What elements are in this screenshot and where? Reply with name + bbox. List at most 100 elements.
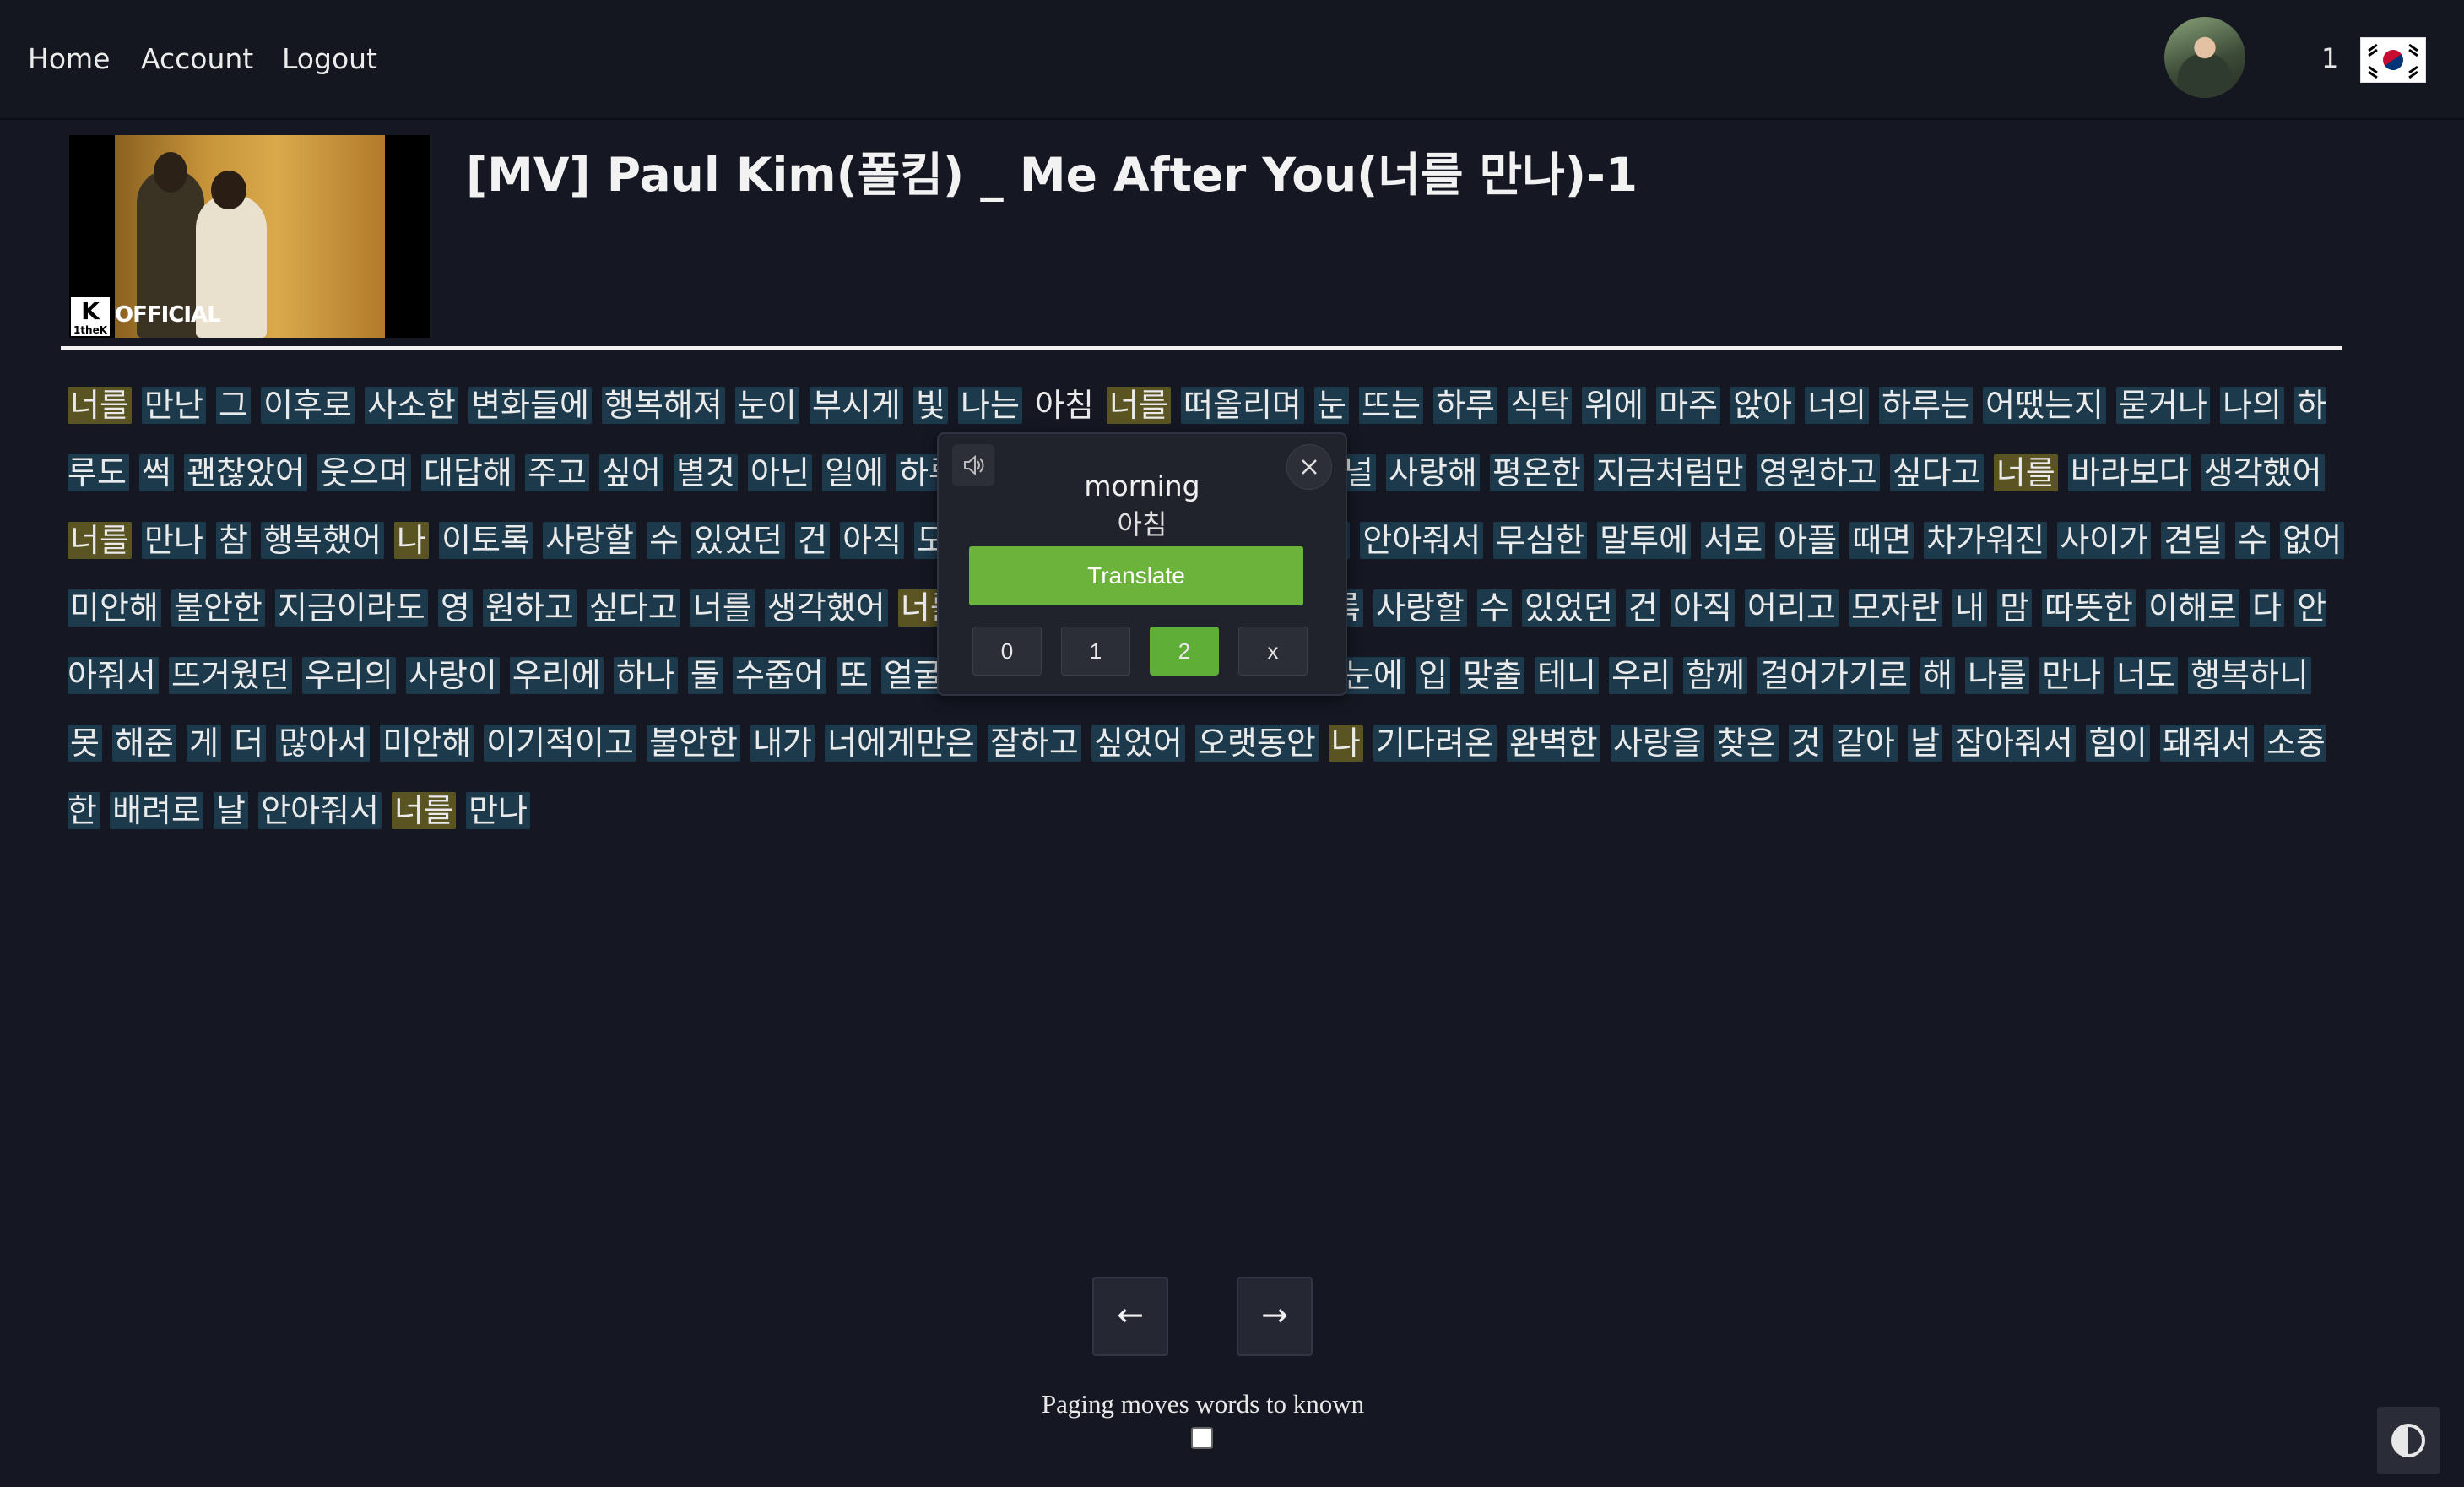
lyric-word[interactable]: 생각했어 (764, 589, 888, 627)
lyric-word[interactable]: 우리에 (509, 657, 604, 694)
lyric-word[interactable]: 다 (2250, 589, 2285, 627)
lyric-word[interactable]: 찾은 (1714, 725, 1779, 762)
lyric-word[interactable]: 견딜 (2161, 522, 2226, 559)
lyric-word[interactable]: 사랑할 (1373, 589, 1467, 627)
lyric-word[interactable]: 날 (214, 792, 249, 829)
lyric-word[interactable]: 마주 (1656, 387, 1721, 424)
lyric-word[interactable]: 안아줘서 (258, 792, 382, 829)
lyric-word[interactable]: 지금이라도 (274, 589, 428, 627)
lyric-word[interactable]: 또 (836, 657, 871, 694)
lyric-word[interactable]: 눈에 (1340, 657, 1405, 694)
lyric-word[interactable]: 하루는 (1879, 387, 1974, 424)
lyric-word[interactable]: 둘 (687, 657, 723, 694)
lyric-word[interactable]: 모자란 (1849, 589, 1942, 627)
lyric-word[interactable]: 말투에 (1597, 522, 1692, 559)
lyric-word[interactable]: 너에게만은 (825, 725, 977, 762)
lyric-word[interactable]: 입 (1416, 657, 1450, 694)
lyric-word[interactable]: 해준 (112, 725, 176, 762)
lyric-word[interactable]: 눈이 (734, 387, 799, 424)
lyric-word[interactable]: 뜨는 (1359, 387, 1423, 424)
lyric-word[interactable]: 많아서 (276, 725, 371, 762)
lyric-word[interactable]: 웃으며 (317, 454, 411, 491)
lyric-word[interactable]: 맘 (1997, 589, 2033, 627)
lyric-word[interactable]: 너의 (1805, 387, 1870, 424)
lyric-word[interactable]: 일에 (822, 454, 886, 491)
lyric-word[interactable]: 눈 (1313, 387, 1349, 424)
lyric-word[interactable]: 원하고 (482, 589, 577, 627)
lyric-word[interactable]: 생각했어 (2201, 454, 2325, 491)
lyric-word[interactable]: 안아줘서 (1360, 522, 1484, 559)
lyric-word[interactable]: 너를 (392, 792, 456, 829)
nav-logout-link[interactable]: Logout (282, 42, 377, 75)
lyric-word[interactable]: 식탁 (1508, 387, 1572, 424)
lyric-word[interactable]: 있었던 (691, 522, 786, 559)
lyric-word[interactable]: 너도 (2114, 657, 2179, 694)
lyric-word[interactable]: 잘하고 (987, 725, 1081, 762)
lyric-word[interactable]: 사랑을 (1610, 725, 1704, 762)
lyric-word[interactable]: 만나 (142, 522, 206, 559)
lyric-word[interactable]: 사랑해 (1386, 454, 1480, 491)
lyric-word[interactable]: 평온한 (1489, 454, 1584, 491)
lyric-word[interactable]: 주고 (524, 454, 589, 491)
lyric-word[interactable]: 썩 (139, 454, 174, 491)
translate-button[interactable]: Translate (969, 546, 1303, 605)
lyric-word[interactable]: 나는 (958, 387, 1022, 424)
lyric-word[interactable]: 기다려온 (1373, 725, 1497, 762)
lyric-word[interactable]: 변화들에 (468, 387, 592, 424)
lyric-word[interactable]: 같아 (1833, 725, 1898, 762)
lyric-word[interactable]: 위에 (1582, 387, 1647, 424)
theme-toggle-icon[interactable] (2377, 1407, 2440, 1474)
lyric-word[interactable]: 수 (1476, 589, 1512, 627)
korean-flag-icon[interactable] (2360, 37, 2426, 83)
lyric-word[interactable]: 너를 (1993, 454, 2058, 491)
prev-page-button[interactable]: ← (1092, 1277, 1168, 1356)
level-1-button[interactable]: 1 (1061, 627, 1130, 676)
lyric-word[interactable]: 걸어가기로 (1757, 657, 1910, 694)
lyric-word[interactable]: 함께 (1683, 657, 1748, 694)
lyric-word[interactable]: 너를 (68, 522, 132, 559)
lyric-word[interactable]: 떠올리며 (1181, 387, 1304, 424)
lyric-word[interactable]: 별것 (674, 454, 738, 491)
lyric-word[interactable]: 너를 (1107, 387, 1171, 424)
lyric-word[interactable]: 우리 (1609, 657, 1674, 694)
lyric-word[interactable]: 미안해 (380, 725, 474, 762)
lyric-word[interactable]: 사랑할 (543, 522, 636, 559)
lyric-word[interactable]: 싶어 (599, 454, 663, 491)
lyric-word[interactable]: 아직 (1671, 589, 1735, 627)
avatar[interactable] (2164, 17, 2245, 98)
lyric-word[interactable]: 내가 (750, 725, 815, 762)
lyric-word[interactable]: 앉아 (1730, 387, 1795, 424)
lyric-word[interactable]: 싶었어 (1091, 725, 1185, 762)
lyric-word[interactable]: 뜨거웠던 (168, 657, 292, 694)
lyric-word[interactable]: 내 (1952, 589, 1987, 627)
lyric-word[interactable]: 해 (1920, 657, 1955, 694)
lyric-word[interactable]: 사소한 (365, 387, 458, 424)
lyric-word[interactable]: 불안한 (647, 725, 740, 762)
lyric-word[interactable]: 우리의 (301, 657, 396, 694)
lyric-word[interactable]: 아닌 (748, 454, 812, 491)
lyric-word[interactable]: 수 (2235, 522, 2271, 559)
lyric-word[interactable]: 없어 (2280, 522, 2345, 559)
lyric-word[interactable]: 지금처럼만 (1593, 454, 1746, 491)
lyric-word[interactable]: 나 (1328, 725, 1363, 762)
lyric-word[interactable]: 수줍어 (732, 657, 826, 694)
lyric-word[interactable]: 만나 (2039, 657, 2104, 694)
video-thumbnail[interactable]: K 1theK OFFICIAL (69, 135, 430, 338)
lyric-word[interactable]: 그 (216, 387, 251, 424)
lyric-word[interactable]: 대답해 (421, 454, 515, 491)
lyric-word[interactable]: 아침 (1032, 387, 1097, 424)
lyric-word[interactable]: 너를 (68, 387, 132, 424)
lyric-word[interactable]: 얼굴 (881, 657, 945, 694)
close-icon[interactable] (1286, 444, 1332, 490)
lyric-word[interactable]: 날 (1907, 725, 1942, 762)
lyric-word[interactable]: 서로 (1701, 522, 1766, 559)
lyric-word[interactable]: 아플 (1775, 522, 1840, 559)
lyric-word[interactable]: 불안한 (171, 589, 265, 627)
lyric-word[interactable]: 오랫동안 (1194, 725, 1319, 762)
lyric-word[interactable]: 행복하니 (2188, 657, 2311, 694)
lyric-word[interactable]: 바라보다 (2067, 454, 2191, 491)
lyric-word[interactable]: 어리고 (1745, 589, 1839, 627)
lyric-word[interactable]: 만나 (466, 792, 530, 829)
lyric-word[interactable]: 돼줘서 (2159, 725, 2254, 762)
nav-home-link[interactable]: Home (28, 42, 110, 75)
